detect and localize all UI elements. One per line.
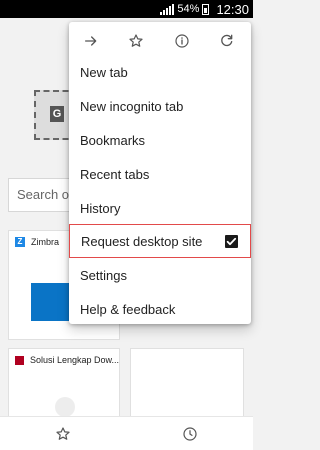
tile-header: Z Zimbra bbox=[15, 237, 59, 247]
info-icon[interactable] bbox=[170, 29, 194, 53]
status-icons: 54% 12:30 bbox=[160, 0, 249, 18]
menu-item-label: Recent tabs bbox=[80, 166, 150, 182]
bookmark-star-icon[interactable] bbox=[124, 29, 148, 53]
tile-placeholder-circle bbox=[55, 397, 75, 417]
battery-percent: 54% bbox=[177, 3, 200, 15]
tile-title: Solusi Lengkap Dow... bbox=[30, 355, 120, 365]
menu-item-label: Request desktop site bbox=[81, 233, 203, 249]
menu-item-request-desktop-site[interactable]: Request desktop site bbox=[69, 224, 251, 258]
logo-mark: G bbox=[50, 106, 64, 122]
tile-title: Zimbra bbox=[31, 237, 60, 247]
chrome-overflow-menu: New tab New incognito tab Bookmarks Rece… bbox=[69, 22, 251, 324]
site-favicon-icon bbox=[15, 355, 24, 365]
forward-icon[interactable] bbox=[79, 29, 103, 53]
menu-item-label: Help & feedback bbox=[80, 301, 176, 317]
menu-item-bookmarks[interactable]: Bookmarks bbox=[69, 123, 251, 157]
signal-icon bbox=[160, 3, 175, 15]
menu-item-settings[interactable]: Settings bbox=[69, 258, 251, 292]
menu-item-new-incognito-tab[interactable]: New incognito tab bbox=[69, 89, 251, 123]
menu-item-label: New incognito tab bbox=[80, 98, 184, 114]
tile-header: Solusi Lengkap Dow... bbox=[15, 355, 119, 365]
menu-item-label: Settings bbox=[80, 267, 127, 283]
menu-item-help-feedback[interactable]: Help & feedback bbox=[69, 292, 251, 324]
menu-item-recent-tabs[interactable]: Recent tabs bbox=[69, 157, 251, 191]
refresh-icon[interactable] bbox=[215, 29, 239, 53]
star-icon[interactable] bbox=[53, 424, 73, 444]
zimbra-favicon-icon: Z bbox=[15, 237, 25, 247]
status-bar: 54% 12:30 bbox=[0, 0, 253, 18]
battery-icon bbox=[202, 3, 210, 15]
menu-item-label: Bookmarks bbox=[80, 132, 146, 148]
menu-item-new-tab[interactable]: New tab bbox=[69, 55, 251, 89]
clock-time: 12:30 bbox=[216, 1, 249, 17]
menu-item-label: History bbox=[80, 200, 121, 216]
menu-item-label: New tab bbox=[80, 64, 128, 80]
menu-item-history[interactable]: History bbox=[69, 191, 251, 225]
history-clock-icon[interactable] bbox=[180, 424, 200, 444]
bottom-toolbar bbox=[0, 416, 253, 450]
request-desktop-checkbox[interactable] bbox=[225, 235, 238, 248]
